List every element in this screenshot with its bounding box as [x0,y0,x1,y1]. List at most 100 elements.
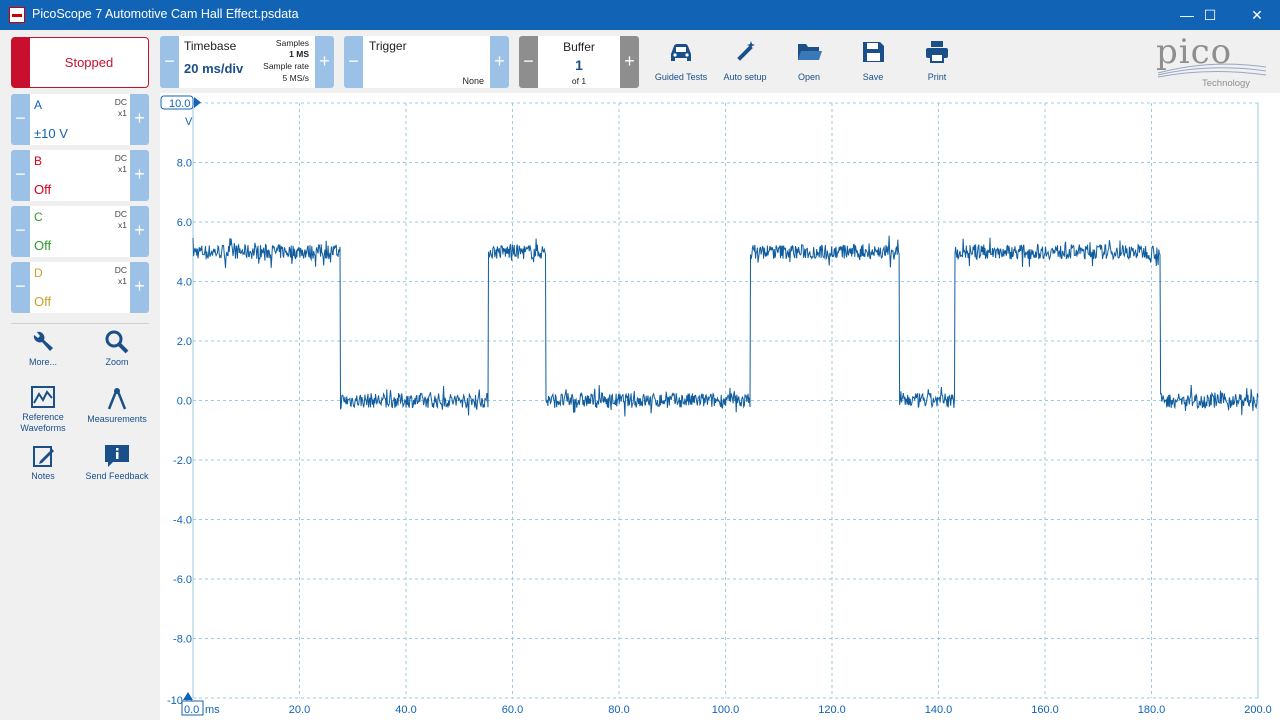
y-tick-label: 2.0 [177,336,192,348]
channel-a-coupling-value: DC [114,97,127,107]
reference-waveforms-label: Reference Waveforms [20,412,66,433]
y-tick-label: -2.0 [173,455,192,467]
channel-b-decrease-button[interactable]: − [11,150,30,201]
measurements-button[interactable]: Measurements [82,386,152,425]
trigger-decrease-button[interactable]: − [344,36,363,88]
send-feedback-button[interactable]: Send Feedback [82,443,152,482]
timebase-decrease-button[interactable]: − [160,36,179,88]
x-tick-label: 60.0 [502,704,523,716]
channel-b-control: − B DC x1 Off + [11,150,149,201]
y-tick-label: 8.0 [177,158,192,170]
x-tick-label: 140.0 [925,704,953,716]
buffer-value[interactable]: 1 [538,57,620,73]
sidebar: − A DC x1 ±10 V + − B DC x1 Off + − C DC x1… [0,93,160,720]
channel-c-increase-button[interactable]: + [130,206,149,257]
channel-a-name: A [34,98,43,112]
channel-b-range[interactable]: Off [34,182,51,197]
timebase-label: Timebase [184,39,237,53]
save-icon [863,42,884,62]
wand-icon [737,41,755,61]
measurements-label: Measurements [87,414,147,424]
notes-label: Notes [31,471,55,481]
sample-rate-label: Sample rate [263,61,309,71]
run-stop-button[interactable]: Stopped [11,37,149,88]
send-feedback-label: Send Feedback [85,471,149,481]
channel-b-increase-button[interactable]: + [130,150,149,201]
auto-setup-label: Auto setup [723,72,767,82]
reference-waveform-icon [31,386,55,408]
channel-a-increase-button[interactable]: + [130,94,149,145]
channel-c-name: C [34,210,43,224]
channel-c-probe-value: x1 [118,220,127,230]
channel-c-decrease-button[interactable]: − [11,206,30,257]
y-axis-scale-arrow-icon [194,97,201,108]
channel-d-decrease-button[interactable]: − [11,262,30,313]
channel-c-range[interactable]: Off [34,238,51,253]
timebase-increase-button[interactable]: + [315,36,334,88]
channel-a-range[interactable]: ±10 V [34,126,68,141]
channel-b-probe-value: x1 [118,164,127,174]
y-tick-label: 4.0 [177,277,192,289]
save-button[interactable]: Save [841,36,905,86]
y-axis-labels: 10.0 V -10.0 8.06.04.02.00.0-2.0-4.0-6.0… [160,95,201,707]
auto-setup-button[interactable]: Auto setup [713,36,777,86]
open-button[interactable]: Open [777,36,841,86]
guided-tests-button[interactable]: Guided Tests [649,36,713,86]
print-button[interactable]: Print [905,36,969,86]
x-tick-label: 160.0 [1031,704,1059,716]
channel-a-probe-value: x1 [118,108,127,118]
title-bar: PicoScope 7 Automotive Cam Hall Effect.p… [0,0,1280,30]
buffer-count: of 1 [571,76,587,86]
open-label: Open [797,72,821,82]
buffer-next-button[interactable]: + [620,36,639,88]
close-button[interactable]: ✕ [1234,0,1280,30]
trigger-mode[interactable]: None [462,76,484,86]
reference-waveforms-button[interactable]: Reference Waveforms [8,386,78,434]
guided-tests-label: Guided Tests [654,72,708,82]
zoom-button[interactable]: Zoom [82,329,152,368]
scope-view[interactable]: 10.0 V -10.0 8.0 6.0 4.0 2.0 0.0 -2.0 -4.0 -6.0… [160,93,1280,720]
notes-icon [33,446,54,467]
buffer-label: Buffer [563,40,595,54]
channel-c-coupling[interactable]: DC x1 [115,209,127,231]
sidebar-divider [11,323,149,324]
feedback-icon [105,445,129,467]
scope-plot[interactable]: 10.0 V -10.0 8.06.04.02.00.0-2.0-4.0-6.0… [160,93,1280,720]
channel-a-decrease-button[interactable]: − [11,94,30,145]
channel-d-increase-button[interactable]: + [130,262,149,313]
more-label: More... [28,357,57,367]
more-button[interactable]: More... [8,329,78,368]
channel-a-coupling[interactable]: DC x1 [115,97,127,119]
channel-b-coupling[interactable]: DC x1 [115,153,127,175]
channel-d-coupling[interactable]: DC x1 [115,265,127,287]
logo-subtitle: Technology [1202,78,1251,89]
samples-value[interactable]: 1 MS [289,49,309,59]
x-axis-unit: ms [205,704,220,716]
samples-label: Samples [275,38,309,48]
x-tick-label: 80.0 [608,704,629,716]
notes-button[interactable]: Notes [8,443,78,482]
y-axis-top-label: 10.0 [169,98,190,110]
zoom-label: Zoom [105,357,129,367]
x-tick-label: 120.0 [818,704,846,716]
channel-d-range[interactable]: Off [34,294,51,309]
toolbar: Stopped − Timebase 20 ms/div Samples 1 M… [0,30,1280,93]
car-icon [671,44,691,61]
y-tick-label: -8.0 [173,634,192,646]
timebase-value[interactable]: 20 ms/div [184,61,243,76]
x-tick-label: 40.0 [395,704,416,716]
y-tick-label: 0.0 [177,396,192,408]
maximize-button[interactable]: ☐ [1187,0,1233,30]
y-tick-label: -6.0 [173,574,192,586]
window-title: PicoScope 7 Automotive Cam Hall Effect.p… [32,7,299,21]
channel-d-control: − D DC x1 Off + [11,262,149,313]
trigger-increase-button[interactable]: + [490,36,509,88]
trigger-control: − Trigger None + [344,36,509,88]
magnifier-icon [105,330,129,354]
channel-a-control: − A DC x1 ±10 V + [11,94,149,145]
channel-d-probe-value: x1 [118,276,127,286]
timebase-control: − Timebase 20 ms/div Samples 1 MS Sample… [160,36,334,88]
channel-d-name: D [34,266,43,280]
print-icon [926,41,948,63]
buffer-previous-button[interactable]: − [519,36,538,88]
